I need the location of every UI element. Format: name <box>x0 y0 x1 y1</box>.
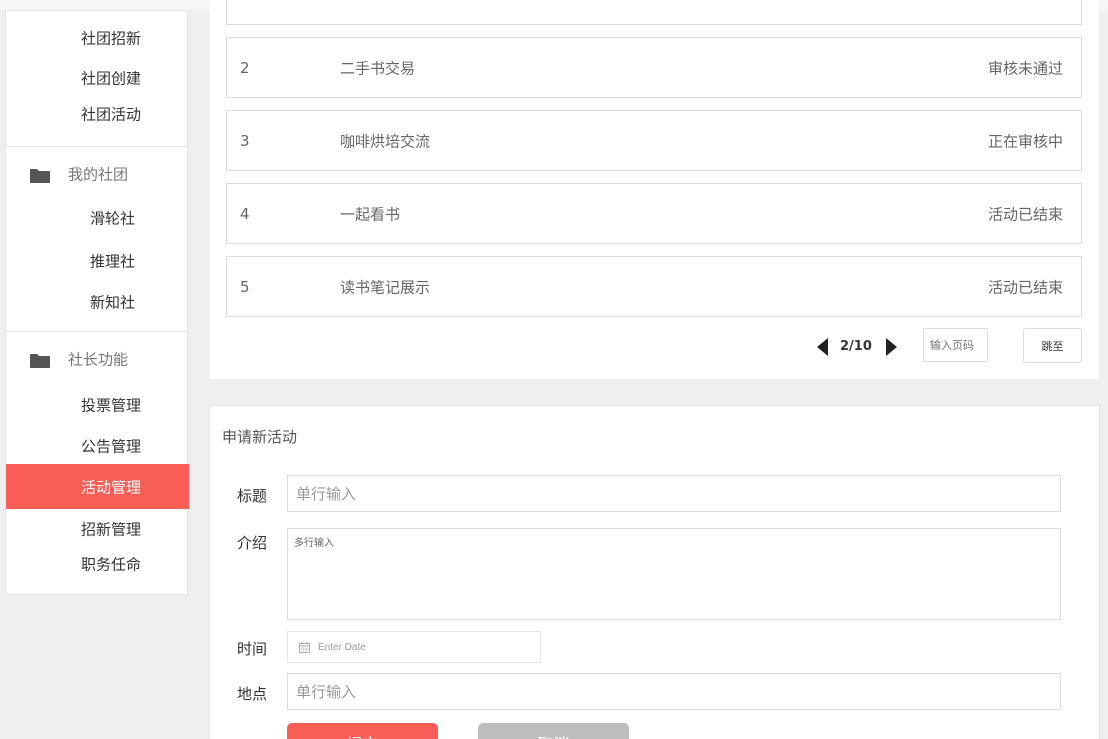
table-row[interactable]: 2 二手书交易 审核未通过 <box>226 37 1082 98</box>
sidebar-group-leader[interactable]: 社长功能 <box>6 334 189 384</box>
time-label: 时间 <box>237 640 268 658</box>
table-row[interactable]: 3 咖啡烘培交流 正在审核中 <box>226 110 1082 171</box>
row-title: 一起看书 <box>340 205 401 223</box>
sidebar-item-skating-club[interactable]: 滑轮社 <box>6 203 189 233</box>
prev-page-icon[interactable] <box>817 338 828 356</box>
row-status: 正在审核中 <box>987 132 1063 150</box>
location-label: 地点 <box>237 685 268 703</box>
sidebar-group-my-club[interactable]: 我的社团 <box>6 149 189 199</box>
row-title: 二手书交易 <box>340 59 416 77</box>
sidebar-item-role-appoint[interactable]: 职务任命 <box>6 549 189 579</box>
table-row[interactable]: 5 读书笔记展示 活动已结束 <box>226 256 1082 317</box>
row-number: 3 <box>240 131 250 150</box>
sidebar: 社团招新 社团创建 社团活动 我的社团 滑轮社 推理社 新知社 社长功能 投票管… <box>5 10 189 595</box>
location-input[interactable] <box>287 673 1061 710</box>
sidebar-item-club-recruit[interactable]: 社团招新 <box>6 23 189 53</box>
row-title: 读书笔记展示 <box>340 278 431 296</box>
page-number-input[interactable] <box>923 328 988 362</box>
intro-textarea[interactable] <box>287 528 1061 620</box>
row-title: 咖啡烘培交流 <box>340 132 431 150</box>
table-row[interactable]: 4 一起看书 活动已结束 <box>226 183 1082 244</box>
cancel-button[interactable]: 取消 <box>478 723 629 739</box>
new-activity-form: 申请新活动 标题 介绍 时间 地点 提交 取消 <box>209 405 1100 739</box>
intro-label: 介绍 <box>237 534 268 552</box>
sidebar-item-notice-manage[interactable]: 公告管理 <box>6 431 189 461</box>
folder-icon <box>30 169 50 183</box>
sidebar-item-mystery-club[interactable]: 推理社 <box>6 246 189 276</box>
folder-icon <box>30 354 50 368</box>
row-number: 2 <box>240 58 250 77</box>
date-input[interactable] <box>318 637 528 657</box>
row-number: 4 <box>240 204 250 223</box>
page-indicator: 2/10 <box>840 339 872 354</box>
title-label: 标题 <box>237 487 268 505</box>
submit-button[interactable]: 提交 <box>287 723 438 739</box>
table-row[interactable] <box>226 0 1082 25</box>
title-input[interactable] <box>287 475 1061 512</box>
date-picker[interactable] <box>287 631 541 663</box>
form-title: 申请新活动 <box>222 428 298 446</box>
divider <box>6 331 189 332</box>
row-status: 活动已结束 <box>987 278 1063 296</box>
sidebar-item-activity-manage[interactable]: 活动管理 <box>6 464 189 509</box>
row-status: 审核未通过 <box>987 59 1063 77</box>
sidebar-item-recruit-manage[interactable]: 招新管理 <box>6 514 189 544</box>
sidebar-item-club-create[interactable]: 社团创建 <box>6 63 189 93</box>
activity-list-card: 2 二手书交易 审核未通过 3 咖啡烘培交流 正在审核中 4 一起看书 活动已结… <box>210 0 1099 379</box>
sidebar-item-new-knowledge-club[interactable]: 新知社 <box>6 287 189 317</box>
row-number: 5 <box>240 277 250 296</box>
next-page-icon[interactable] <box>886 338 897 356</box>
sidebar-item-club-activity[interactable]: 社团活动 <box>6 99 189 129</box>
divider <box>6 146 189 147</box>
calendar-icon <box>299 642 310 653</box>
sidebar-item-vote-manage[interactable]: 投票管理 <box>6 390 189 420</box>
jump-button[interactable]: 跳至 <box>1023 328 1082 363</box>
row-status: 活动已结束 <box>987 205 1063 223</box>
